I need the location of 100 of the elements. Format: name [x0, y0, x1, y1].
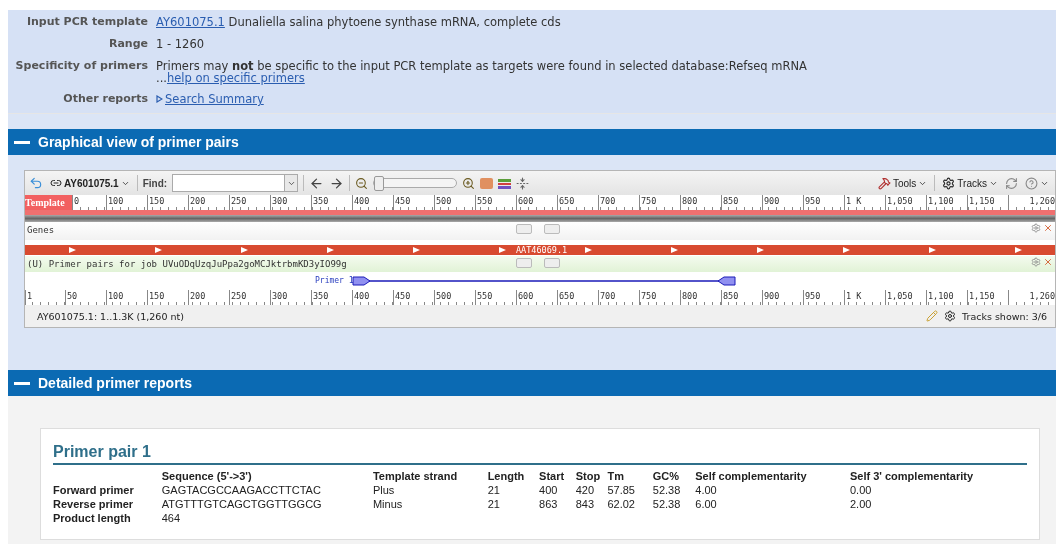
ruler-label: 850: [721, 290, 762, 305]
table-cell-text: 420: [575, 483, 596, 497]
collapse-icon[interactable]: [14, 381, 30, 385]
refresh-icon[interactable]: [1005, 176, 1018, 190]
column-header: Stop: [575, 469, 608, 483]
zoom-in-icon[interactable]: [462, 176, 476, 190]
field-label: Specificity of primers: [14, 60, 148, 74]
ruler-label: 1,050: [885, 290, 926, 305]
find-field[interactable]: [172, 174, 299, 192]
close-icon[interactable]: [1043, 223, 1053, 233]
ruler-label: 50: [65, 290, 106, 305]
ruler-label: 250: [229, 290, 270, 305]
ruler-label: 500: [434, 290, 475, 305]
ruler-label: 600: [516, 290, 557, 305]
section-header[interactable]: Graphical view of primer pairs: [8, 129, 1056, 155]
ruler-label: 700: [598, 290, 639, 305]
find-label: Find:: [142, 177, 168, 189]
ruler-label: 200: [188, 290, 229, 305]
table-cell-text: 0.00: [849, 483, 873, 497]
column-header: GC%: [652, 469, 696, 483]
sequence-menu[interactable]: AY601075.1: [48, 177, 132, 189]
expand-icon[interactable]: [156, 95, 163, 103]
tracks-shown-text: Tracks shown: 3/6: [962, 310, 1047, 322]
table-cell: 52.38: [652, 483, 696, 497]
range-value: 1 - 1260: [156, 38, 206, 50]
table-cell-text: 464: [161, 511, 182, 525]
accession-link[interactable]: AY601075.1: [156, 15, 225, 29]
table-cell-text: 2.00: [849, 497, 873, 511]
column-header: Length: [487, 469, 540, 483]
ruler-label: 1,150: [967, 290, 1008, 305]
row-label: Forward primer: [53, 483, 162, 497]
sequence-icon[interactable]: [480, 177, 494, 189]
gene-label: AAT46069.1: [516, 244, 568, 256]
table-cell: 21: [487, 483, 540, 497]
ruler-label: 1,260: [1008, 290, 1055, 305]
column-header: Tm: [607, 469, 653, 483]
ruler-label: 1 K: [844, 290, 885, 305]
collapse-icon[interactable]: [516, 176, 530, 190]
ruler-label: 650: [557, 290, 598, 305]
table-cell: 6.00: [695, 497, 850, 511]
primer-label: Primer 1: [315, 276, 354, 285]
tracks-menu[interactable]: Tracks: [940, 176, 1000, 190]
table-cell: 4.00: [695, 483, 850, 497]
row-label: Product length: [53, 511, 162, 525]
column-header: Self 3' complementarity: [849, 469, 974, 483]
column-header: Template strand: [372, 469, 488, 483]
search-summary-link[interactable]: Search Summary: [165, 93, 264, 105]
gear-icon: [942, 176, 956, 190]
row-label: Reverse primer: [53, 497, 162, 511]
tools-menu[interactable]: Tools: [876, 176, 930, 190]
report-title: Primer pair 1: [53, 443, 1027, 465]
section-header[interactable]: Detailed primer reports: [8, 370, 1056, 396]
ruler-label: 800: [680, 290, 721, 305]
ruler-label: 400: [352, 290, 393, 305]
template-value: AY601075.1 Dunaliella salina phytoene synthase mRNA, complete cds: [156, 16, 562, 28]
ruler-label: 450: [393, 290, 434, 305]
table-cell: 400: [539, 483, 576, 497]
ruler-label: 350: [311, 290, 352, 305]
ruler-label: 900: [762, 290, 803, 305]
field-label: Range: [107, 38, 148, 50]
collapse-icon[interactable]: [14, 140, 30, 144]
ruler-label: 150: [147, 290, 188, 305]
table-cell: 863: [539, 497, 576, 511]
previous-button[interactable]: [516, 258, 532, 268]
link-icon: [50, 177, 62, 189]
table-cell: 62.02: [607, 497, 653, 511]
ruler-label: 550: [475, 290, 516, 305]
table-cell: ATGTTTGTCAGCTGGTTGGCG: [161, 497, 373, 511]
field-label: Input PCR template: [25, 16, 148, 28]
ruler-label: 1: [25, 290, 65, 305]
track-name: Genes: [27, 225, 55, 235]
next-button[interactable]: [544, 224, 560, 234]
arrow-right-icon[interactable]: [329, 175, 345, 191]
undo-icon[interactable]: [29, 176, 43, 190]
column-header: Start: [539, 469, 576, 483]
table-cell: Plus: [372, 483, 488, 497]
ruler-label: 950: [803, 290, 844, 305]
color-bars-icon[interactable]: [498, 177, 512, 189]
help-icon: [1025, 176, 1038, 190]
next-button[interactable]: [544, 258, 560, 268]
status-text: AY601075.1: 1..1.3K (1,260 nt): [37, 310, 184, 322]
slider-thumb[interactable]: [374, 176, 385, 191]
help-link[interactable]: help on specific primers: [166, 71, 305, 85]
table-cell: Minus: [372, 497, 488, 511]
table-cell: 57.85: [607, 483, 653, 497]
ruler-label: 1,100: [926, 290, 967, 305]
zoom-out-icon[interactable]: [355, 176, 369, 190]
hammer-icon: [878, 176, 891, 190]
track-name: (U) Primer pairs for job UVuODqUzqJuPpa2goMCJktrbmKD3yIO99g: [27, 259, 347, 269]
ruler-label: 750: [639, 290, 680, 305]
table-cell: 52.38: [652, 497, 696, 511]
close-icon[interactable]: [1043, 257, 1053, 267]
column-header: Sequence (5'->3'): [161, 469, 373, 483]
template-label: Template: [25, 195, 72, 210]
zoom-slider[interactable]: [373, 178, 458, 188]
previous-button[interactable]: [516, 224, 532, 234]
field-label: Other reports: [62, 93, 148, 105]
table-cell-text: 843: [575, 497, 596, 511]
settings-icon[interactable]: [944, 310, 957, 322]
pencil-icon[interactable]: [926, 310, 939, 322]
